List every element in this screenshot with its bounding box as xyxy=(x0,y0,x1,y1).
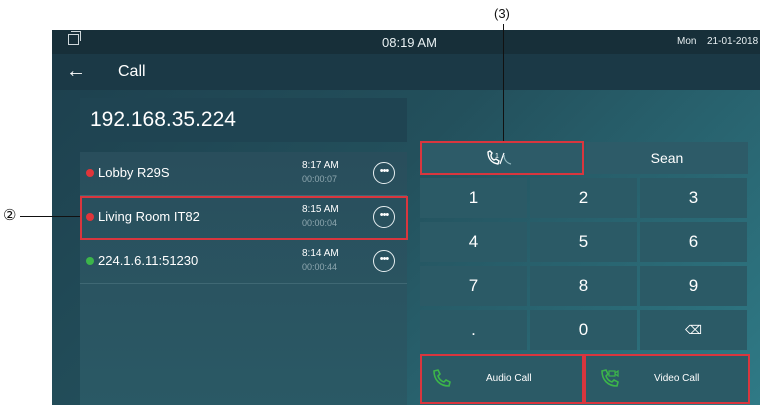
status-bar: 08:19 AM Mon 21-01-2018 xyxy=(52,30,760,54)
title-bar: ← Call xyxy=(52,54,760,90)
highlight-box-audio xyxy=(420,354,584,404)
call-log-row[interactable]: 224.1.6.11:51230 8:14 AM 00:00:44 ••• xyxy=(80,240,407,284)
status-day: Mon xyxy=(677,36,697,47)
backspace-icon[interactable]: ⌫ xyxy=(640,310,747,350)
call-log-list: Lobby R29S 8:17 AM 00:00:07 ••• Living R… xyxy=(80,152,407,405)
call-log-time: 8:17 AM xyxy=(302,160,339,171)
callout-3: (3) xyxy=(494,6,510,21)
highlight-box-call-entry xyxy=(80,196,408,240)
call-log-time: 8:14 AM xyxy=(302,248,339,259)
window-icon xyxy=(68,31,81,45)
key-1[interactable]: 1 xyxy=(420,178,527,218)
status-time: 08:19 AM xyxy=(382,35,437,50)
answered-call-icon xyxy=(86,257,94,265)
callout-2: ② xyxy=(3,207,17,224)
back-arrow-icon[interactable]: ← xyxy=(66,60,86,83)
key-2[interactable]: 2 xyxy=(530,178,637,218)
key-7[interactable]: 7 xyxy=(420,266,527,306)
key-6[interactable]: 6 xyxy=(640,222,747,262)
more-options-icon[interactable]: ••• xyxy=(373,162,395,184)
tab-contact[interactable]: Sean xyxy=(586,142,748,174)
call-log-row[interactable]: Lobby R29S 8:17 AM 00:00:07 ••• xyxy=(80,152,407,196)
key-0[interactable]: 0 xyxy=(530,310,637,350)
call-log-name: 224.1.6.11:51230 xyxy=(98,253,199,268)
key-9[interactable]: 9 xyxy=(640,266,747,306)
callout-3-leader xyxy=(503,24,504,141)
callout-2-leader xyxy=(20,216,80,217)
missed-call-icon xyxy=(86,169,94,177)
dial-input-value: 192.168.35.224 xyxy=(90,108,236,131)
highlight-box-tab xyxy=(420,141,584,175)
status-date: 21-01-2018 xyxy=(707,36,759,47)
call-log-duration: 00:00:44 xyxy=(302,262,338,272)
keypad: 1 2 3 4 5 6 7 8 9 . 0 ⌫ xyxy=(420,178,748,352)
dial-input[interactable]: 192.168.35.224 xyxy=(80,98,407,142)
more-options-icon[interactable]: ••• xyxy=(373,250,395,272)
page-title: Call xyxy=(118,63,146,80)
highlight-box-video xyxy=(584,354,750,404)
key-3[interactable]: 3 xyxy=(640,178,747,218)
key-8[interactable]: 8 xyxy=(530,266,637,306)
device-screen: 08:19 AM Mon 21-01-2018 ← Call 192.168.3… xyxy=(52,30,760,405)
key-dot[interactable]: . xyxy=(420,310,527,350)
key-4[interactable]: 4 xyxy=(420,222,527,262)
call-log-duration: 00:00:07 xyxy=(302,174,338,184)
key-5[interactable]: 5 xyxy=(530,222,637,262)
call-log-name: Lobby R29S xyxy=(98,165,170,180)
